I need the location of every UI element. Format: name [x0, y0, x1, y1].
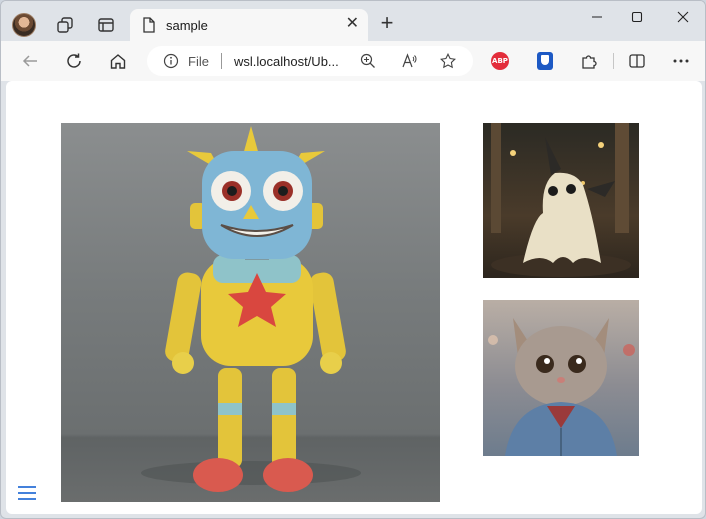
hamburger-menu-icon[interactable]	[17, 485, 37, 501]
maximize-icon[interactable]	[621, 7, 653, 27]
toolbar-divider	[613, 53, 614, 69]
profile-avatar[interactable]	[12, 13, 36, 37]
robot-toy-illustration	[141, 126, 361, 492]
address-bar[interactable]: File wsl.localhost/Ub...	[147, 46, 473, 76]
back-arrow-icon[interactable]	[18, 49, 42, 73]
info-icon[interactable]	[163, 53, 179, 69]
tab-actions-icon[interactable]	[94, 13, 118, 37]
close-tab-icon[interactable]: ✕	[346, 16, 359, 32]
kitten-illustration	[488, 318, 635, 456]
favorite-star-icon[interactable]	[440, 53, 456, 69]
tab-title: sample	[166, 18, 208, 33]
refresh-icon[interactable]	[62, 49, 86, 73]
new-tab-icon[interactable]: +	[375, 12, 399, 36]
zoom-icon[interactable]	[360, 53, 376, 69]
split-screen-icon[interactable]	[627, 51, 647, 71]
read-aloud-icon[interactable]	[401, 53, 417, 69]
browser-window: sample ✕ + File wsl.localhost/Ub... ABP	[0, 0, 706, 519]
abp-badge: ABP	[491, 52, 509, 70]
robot-toy-image[interactable]	[61, 123, 440, 502]
minimize-icon[interactable]	[581, 7, 613, 27]
more-options-icon[interactable]	[671, 51, 691, 71]
tab-strip: sample ✕ +	[1, 1, 705, 41]
kitten-jacket-image[interactable]	[483, 300, 639, 456]
home-icon[interactable]	[106, 49, 130, 73]
extensions-puzzle-icon[interactable]	[579, 51, 599, 71]
page-icon	[142, 17, 156, 33]
address-scheme: File	[188, 54, 209, 69]
bitwarden-icon[interactable]	[535, 51, 555, 71]
mimikyu-figure-image[interactable]	[483, 123, 639, 278]
workspaces-icon[interactable]	[53, 13, 77, 37]
address-divider	[221, 53, 222, 69]
address-url[interactable]: wsl.localhost/Ub...	[234, 54, 339, 69]
tab-sample[interactable]: sample ✕	[130, 9, 368, 41]
adblock-plus-icon[interactable]: ABP	[490, 51, 510, 71]
close-window-icon[interactable]	[667, 7, 699, 27]
shield-badge	[537, 52, 553, 70]
ghost-figure-illustration	[491, 123, 631, 277]
toolbar: File wsl.localhost/Ub... ABP	[1, 41, 705, 81]
page-viewport	[6, 81, 702, 514]
